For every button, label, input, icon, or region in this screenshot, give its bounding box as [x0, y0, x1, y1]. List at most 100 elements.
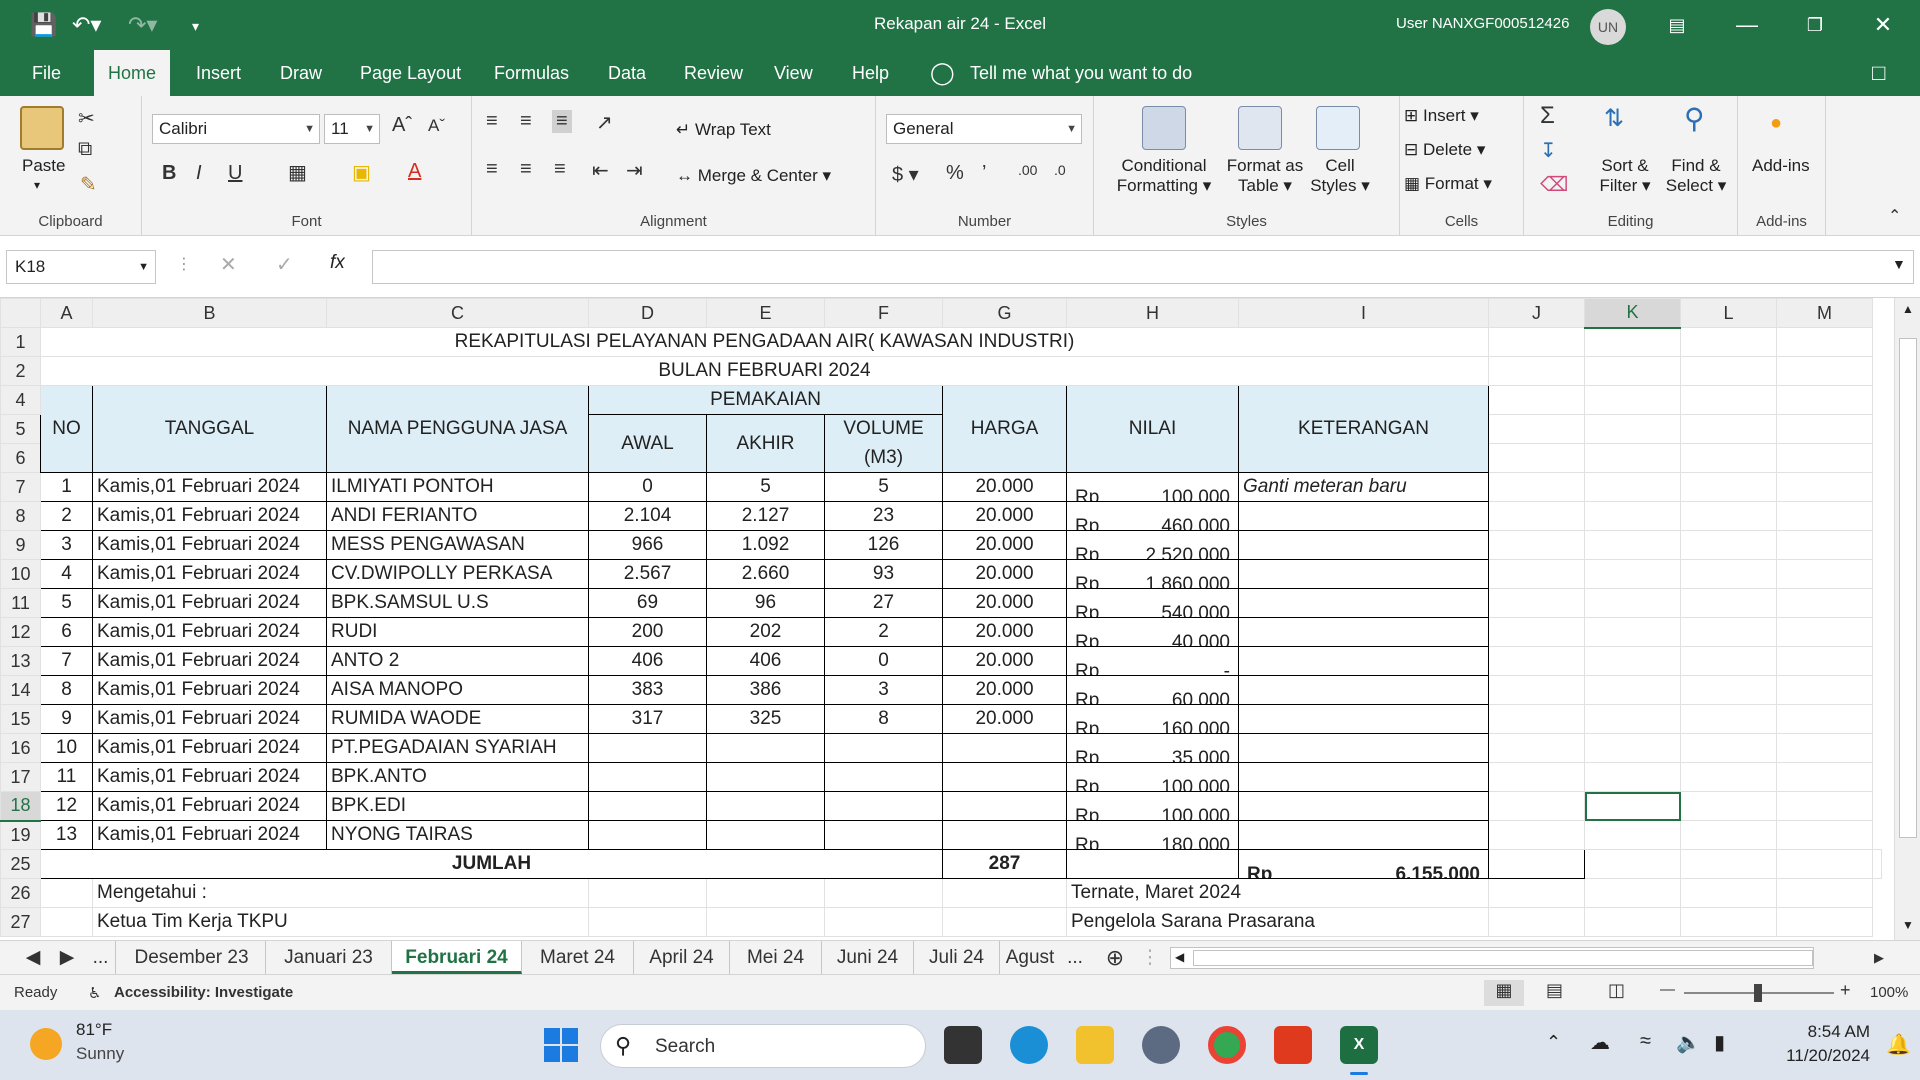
- font-size-select[interactable]: 11 ▼: [324, 114, 380, 144]
- zoom-slider-thumb[interactable]: [1754, 984, 1762, 1002]
- cell[interactable]: [1584, 588, 1681, 618]
- cell-no[interactable]: 3: [40, 530, 93, 560]
- row-header[interactable]: 26: [0, 878, 41, 908]
- cell-nama[interactable]: RUMIDA WAODE: [326, 704, 589, 734]
- cell-tanggal[interactable]: Kamis,01 Februari 2024: [92, 733, 327, 763]
- cell[interactable]: [1488, 646, 1585, 676]
- cell-keterangan[interactable]: [1238, 646, 1489, 676]
- accessibility-icon[interactable]: ♿: [88, 984, 101, 1002]
- cut-icon[interactable]: ✂: [78, 106, 95, 131]
- sun-icon[interactable]: [30, 1028, 62, 1060]
- align-middle-icon[interactable]: ≡: [520, 110, 532, 133]
- cell[interactable]: [1584, 472, 1681, 502]
- header-harga[interactable]: HARGA: [942, 385, 1067, 473]
- cell[interactable]: [1776, 356, 1873, 386]
- header-keterangan[interactable]: KETERANGAN: [1238, 385, 1489, 473]
- cell-keterangan[interactable]: [1238, 530, 1489, 560]
- cell[interactable]: [1776, 530, 1873, 560]
- cell-nilai[interactable]: Rp 1.860.000: [1066, 559, 1239, 589]
- task-view-icon[interactable]: [944, 1026, 982, 1064]
- cell-awal[interactable]: [588, 820, 707, 850]
- cell[interactable]: [1680, 733, 1777, 763]
- cell[interactable]: [1776, 327, 1873, 357]
- add-ins-button[interactable]: Add-ins: [1752, 156, 1810, 176]
- cell[interactable]: [1488, 704, 1585, 734]
- cell[interactable]: [1584, 501, 1681, 531]
- cell-tanggal[interactable]: Kamis,01 Februari 2024: [92, 820, 327, 850]
- cell[interactable]: [1776, 559, 1873, 589]
- cell[interactable]: [1584, 646, 1681, 676]
- sheet-tab[interactable]: Juli 24: [914, 941, 1000, 974]
- cell-awal[interactable]: [588, 762, 707, 792]
- cell-akhir[interactable]: 1.092: [706, 530, 825, 560]
- cell[interactable]: [1680, 907, 1777, 937]
- sheet-tab[interactable]: April 24: [634, 941, 730, 974]
- cell-volume[interactable]: 5: [824, 472, 943, 502]
- next-sheet-icon[interactable]: ▶: [56, 941, 78, 974]
- copy-icon[interactable]: ⧉: [78, 138, 92, 161]
- clear-icon[interactable]: ⌫: [1540, 172, 1568, 197]
- collapse-ribbon-icon[interactable]: ⌃: [1888, 206, 1901, 226]
- cell[interactable]: [40, 907, 93, 937]
- cell-nilai[interactable]: Rp 540.000: [1066, 588, 1239, 618]
- total-label[interactable]: JUMLAH: [40, 849, 943, 879]
- cell[interactable]: [1680, 791, 1777, 821]
- cell-keterangan[interactable]: [1238, 588, 1489, 618]
- report-subtitle[interactable]: BULAN FEBRUARI 2024: [40, 356, 1489, 386]
- cell[interactable]: [1488, 559, 1585, 589]
- increase-font-icon[interactable]: Aˆ: [392, 114, 412, 137]
- cell-harga[interactable]: 20.000: [942, 588, 1067, 618]
- cell[interactable]: [1776, 501, 1873, 531]
- row-header[interactable]: 7: [0, 472, 41, 502]
- header-volume-unit[interactable]: (M3): [824, 443, 943, 473]
- cell-awal[interactable]: 406: [588, 646, 707, 676]
- cell[interactable]: [1680, 878, 1777, 908]
- comments-icon[interactable]: □: [1872, 60, 1885, 86]
- cell[interactable]: [1488, 878, 1585, 908]
- cell-no[interactable]: 12: [40, 791, 93, 821]
- decrease-decimal-icon[interactable]: .0: [1054, 162, 1066, 178]
- cell[interactable]: [1680, 356, 1777, 386]
- zoom-out-icon[interactable]: —: [1660, 981, 1675, 998]
- cell-awal[interactable]: 966: [588, 530, 707, 560]
- italic-icon[interactable]: I: [196, 162, 202, 185]
- new-sheet-icon[interactable]: ⊕: [1100, 941, 1130, 974]
- expand-formula-bar-icon[interactable]: ▼: [1892, 256, 1906, 272]
- cell-awal[interactable]: 317: [588, 704, 707, 734]
- cell[interactable]: [1488, 414, 1585, 444]
- edge-icon[interactable]: [1010, 1026, 1048, 1064]
- cell-volume[interactable]: 27: [824, 588, 943, 618]
- cell-akhir[interactable]: 406: [706, 646, 825, 676]
- font-color-icon[interactable]: A: [408, 160, 421, 183]
- cell[interactable]: [1488, 327, 1585, 357]
- scroll-down-icon[interactable]: ▼: [1902, 918, 1914, 932]
- tab-help[interactable]: Help: [838, 50, 903, 96]
- name-box-dropdown-icon[interactable]: ▼: [138, 251, 149, 283]
- cell[interactable]: [40, 878, 93, 908]
- app-icon[interactable]: [1142, 1026, 1180, 1064]
- cell[interactable]: [1680, 501, 1777, 531]
- row-header[interactable]: 9: [0, 530, 41, 560]
- cell-keterangan[interactable]: [1238, 675, 1489, 705]
- cell-volume[interactable]: 23: [824, 501, 943, 531]
- increase-decimal-icon[interactable]: .00: [1018, 162, 1037, 178]
- cell-nama[interactable]: ILMIYATI PONTOH: [326, 472, 589, 502]
- cell-styles-icon[interactable]: [1316, 106, 1360, 150]
- cell-no[interactable]: 11: [40, 762, 93, 792]
- delete-cells-button[interactable]: ⊟ Delete ▾: [1404, 140, 1485, 160]
- cell-nilai[interactable]: Rp 100.000: [1066, 791, 1239, 821]
- footer-mengetahui[interactable]: Mengetahui :: [92, 878, 589, 908]
- cell[interactable]: [1488, 588, 1585, 618]
- row-header[interactable]: 1: [0, 327, 41, 357]
- cell[interactable]: [1776, 385, 1873, 415]
- row-header[interactable]: 17: [0, 762, 41, 792]
- horizontal-scroll-thumb[interactable]: [1193, 950, 1813, 966]
- cell[interactable]: [1488, 907, 1585, 937]
- cell-keterangan[interactable]: [1238, 704, 1489, 734]
- row-header[interactable]: 25: [0, 849, 41, 879]
- column-header[interactable]: H: [1066, 298, 1239, 328]
- row-header[interactable]: 27: [0, 907, 41, 937]
- cell[interactable]: [1488, 501, 1585, 531]
- cell-volume[interactable]: [824, 791, 943, 821]
- cell[interactable]: [1584, 878, 1681, 908]
